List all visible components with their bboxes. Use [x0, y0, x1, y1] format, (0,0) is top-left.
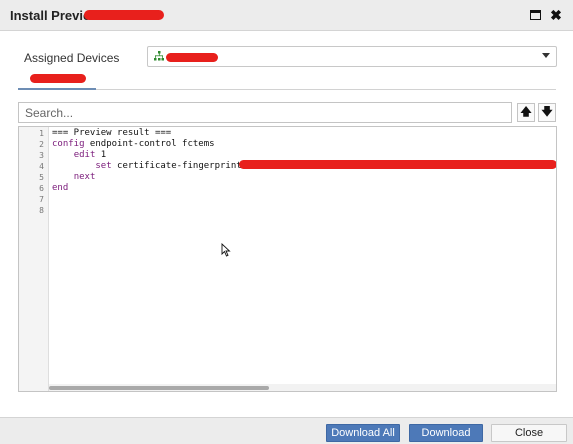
line-number: 4: [39, 162, 44, 171]
next-match-button[interactable]: 🡇: [538, 103, 556, 122]
install-preview-dialog: Install Preview of ✖ Assigned Devices 🡅: [0, 0, 573, 444]
redacted-title-text: [84, 10, 164, 20]
code-keyword: next: [73, 172, 96, 182]
close-x-button[interactable]: ✖: [547, 6, 565, 24]
device-group-icon: [154, 51, 164, 61]
code-line: === Preview result ===: [52, 128, 171, 138]
line-number: 7: [39, 195, 44, 204]
dialog-titlebar: Install Preview of ✖: [0, 0, 573, 31]
mouse-pointer-icon: [221, 243, 231, 257]
search-input[interactable]: [18, 102, 512, 123]
code-line: edit 1: [52, 150, 107, 160]
code-text: 1: [95, 150, 107, 160]
horizontal-scrollbar-thumb[interactable]: [49, 386, 269, 390]
download-all-button[interactable]: Download All: [326, 424, 400, 442]
code-keyword: config: [52, 139, 85, 149]
previous-match-button[interactable]: 🡅: [517, 103, 535, 122]
code-line: end: [52, 183, 68, 193]
code-line: config endpoint-control fctems: [52, 139, 215, 149]
redacted-device-name: [166, 53, 218, 62]
code-text: certificate-fingerprint: [111, 161, 248, 171]
maximize-icon: [530, 10, 541, 20]
arrow-down-icon: 🡇: [541, 106, 553, 118]
redacted-fingerprint-value: [239, 160, 556, 169]
line-number: 3: [39, 151, 44, 160]
tab-divider: [18, 89, 556, 90]
redacted-tab-label: [30, 74, 86, 83]
assigned-devices-label: Assigned Devices: [24, 51, 120, 65]
arrow-up-icon: 🡅: [520, 106, 532, 118]
line-number: 8: [39, 206, 44, 215]
line-number: 6: [39, 184, 44, 193]
code-text: === Preview result ===: [52, 128, 172, 138]
close-icon: ✖: [550, 7, 562, 23]
chevron-down-icon: [542, 53, 550, 58]
code-line: set certificate-fingerprint ": [52, 161, 252, 171]
line-number: 5: [39, 173, 44, 182]
code-text: endpoint-control fctems: [84, 139, 215, 149]
device-tab[interactable]: [24, 70, 96, 90]
assigned-devices-select[interactable]: [147, 46, 557, 67]
code-keyword: edit: [73, 150, 96, 160]
line-number-gutter: 1 2 3 4 5 6 7 8: [19, 127, 49, 391]
download-button[interactable]: Download: [409, 424, 483, 442]
maximize-button[interactable]: [527, 6, 545, 24]
line-number: 2: [39, 140, 44, 149]
code-keyword: end: [52, 183, 69, 193]
close-button[interactable]: Close: [491, 424, 567, 442]
preview-code-editor[interactable]: 1 2 3 4 5 6 7 8 === Preview result === c…: [18, 126, 557, 392]
code-line: next: [52, 172, 96, 182]
line-number: 1: [39, 129, 44, 138]
active-tab-indicator: [18, 88, 96, 90]
code-keyword: set: [95, 161, 112, 171]
dialog-footer: [0, 417, 573, 444]
